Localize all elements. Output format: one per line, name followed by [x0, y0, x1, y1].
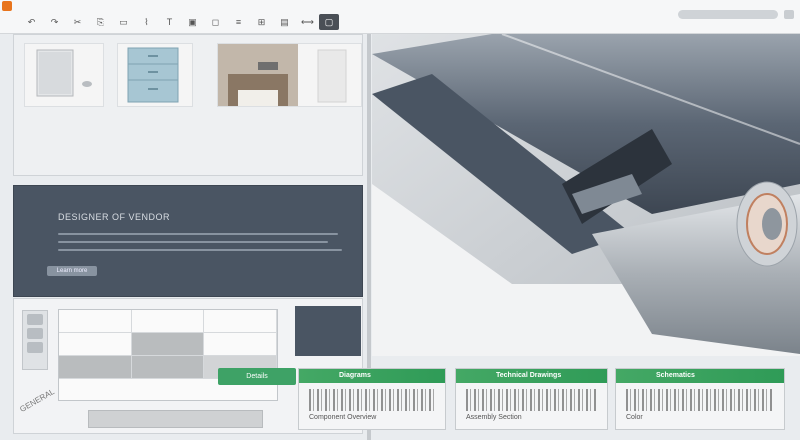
thumbnail-cabinet[interactable] [24, 43, 104, 107]
barcode-graphic [309, 389, 435, 411]
card-tab[interactable]: Diagrams [299, 369, 445, 383]
card-tab[interactable]: Schematics [616, 369, 784, 383]
shape-icon[interactable]: ◻ [204, 14, 227, 30]
card-technical-drawings: Technical Drawings Assembly Section [455, 368, 608, 430]
model-viewport[interactable] [372, 34, 800, 356]
table-row [59, 333, 278, 356]
layer-icon[interactable]: ▤ [273, 14, 296, 30]
copy-icon[interactable]: ⎘ [89, 14, 112, 30]
undo-icon[interactable]: ↶ [20, 14, 43, 30]
card-caption: Color [626, 414, 643, 421]
redo-icon[interactable]: ↷ [43, 14, 66, 30]
card-caption: Assembly Section [466, 414, 522, 421]
table-cell[interactable] [59, 356, 132, 378]
search-field[interactable] [678, 10, 778, 19]
thumbnail-interior[interactable] [217, 43, 362, 107]
properties-table [58, 309, 278, 401]
barcode-graphic [466, 389, 597, 411]
table-cell[interactable] [59, 310, 132, 332]
table-cell[interactable] [131, 356, 205, 378]
paste-icon[interactable]: ▭ [112, 14, 135, 30]
panel-title: DESIGNER OF VENDOR [58, 212, 171, 222]
side-tool[interactable] [27, 342, 43, 353]
thumbnail-strip [13, 34, 363, 176]
side-tool[interactable] [27, 328, 43, 339]
side-toolbar [22, 310, 48, 370]
grid-icon[interactable]: ⊞ [250, 14, 273, 30]
table-row [59, 310, 278, 333]
learn-more-button[interactable]: Learn more [47, 266, 97, 276]
ruler-icon[interactable]: ⟷ [296, 14, 319, 30]
table-cell[interactable] [204, 310, 278, 332]
thumbnail-drawer-unit[interactable] [117, 43, 193, 107]
details-tab[interactable]: Details [218, 368, 296, 385]
table-cell[interactable] [131, 333, 205, 355]
value-field[interactable] [88, 410, 263, 428]
image-icon[interactable]: ▣ [181, 14, 204, 30]
card-caption: Component Overview [309, 414, 377, 421]
table-cell[interactable] [59, 333, 132, 355]
align-icon[interactable]: ≡ [227, 14, 250, 30]
view-icon[interactable]: ▢ [319, 14, 339, 30]
card-tab[interactable]: Technical Drawings [456, 369, 607, 383]
barcode-graphic [626, 389, 774, 411]
top-bar: ↶ ↷ ✂ ⎘ ▭ ⌇ T ▣ ◻ ≡ ⊞ ▤ ⟷ ▢ [0, 0, 800, 34]
cut-icon[interactable]: ✂ [66, 14, 89, 30]
preview-swatch [295, 306, 361, 356]
brush-icon[interactable]: ⌇ [135, 14, 158, 30]
card-schematics: Schematics Color [615, 368, 785, 430]
window-control-icon[interactable] [784, 10, 794, 19]
text-icon[interactable]: T [158, 14, 181, 30]
panel-text-lines [58, 233, 348, 257]
side-tool[interactable] [27, 314, 43, 325]
info-panel: DESIGNER OF VENDOR [13, 185, 363, 297]
rail-model-render [372, 34, 800, 356]
table-cell[interactable] [204, 333, 278, 355]
table-cell[interactable] [132, 310, 205, 332]
toolbar: ↶ ↷ ✂ ⎘ ▭ ⌇ T ▣ ◻ ≡ ⊞ ▤ ⟷ ▢ [20, 13, 339, 31]
card-diagrams: Diagrams Component Overview [298, 368, 446, 430]
app-logo-icon [2, 1, 12, 11]
